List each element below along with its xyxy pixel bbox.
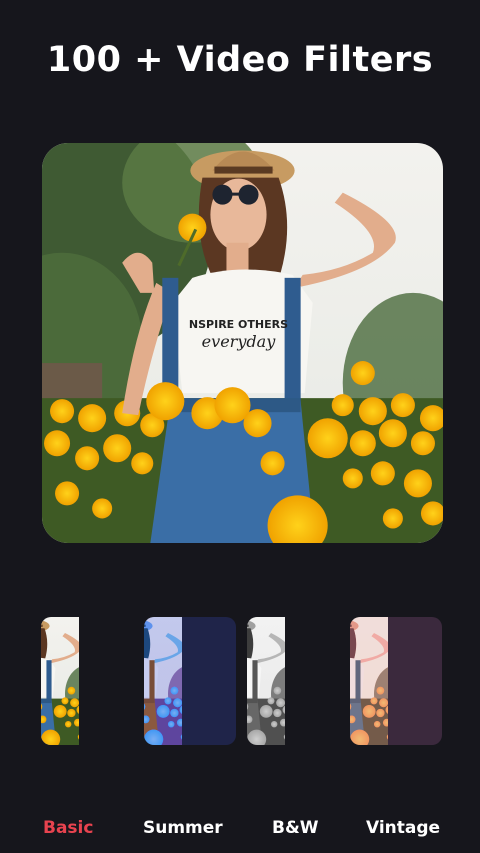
filter-thumbnail-vintage[interactable] <box>350 617 442 745</box>
tab-bw[interactable]: B&W <box>272 818 319 838</box>
filter-thumbnail-basic[interactable] <box>41 617 133 745</box>
shirt-print-line2: everyday <box>202 332 277 351</box>
page-title: 100 + Video Filters <box>46 40 434 80</box>
tab-basic[interactable]: Basic <box>43 818 93 838</box>
tab-vintage[interactable]: Vintage <box>366 818 440 838</box>
filter-thumbnail-bw[interactable] <box>247 617 339 745</box>
tab-summer[interactable]: Summer <box>143 818 223 838</box>
shirt-print-line1: NSPIRE OTHERS <box>189 318 288 331</box>
filter-tabs: Basic Summer B&W Vintage <box>0 818 480 842</box>
video-preview: NSPIRE OTHERS everyday <box>42 143 443 543</box>
filter-thumbnail-summer[interactable] <box>144 617 236 745</box>
